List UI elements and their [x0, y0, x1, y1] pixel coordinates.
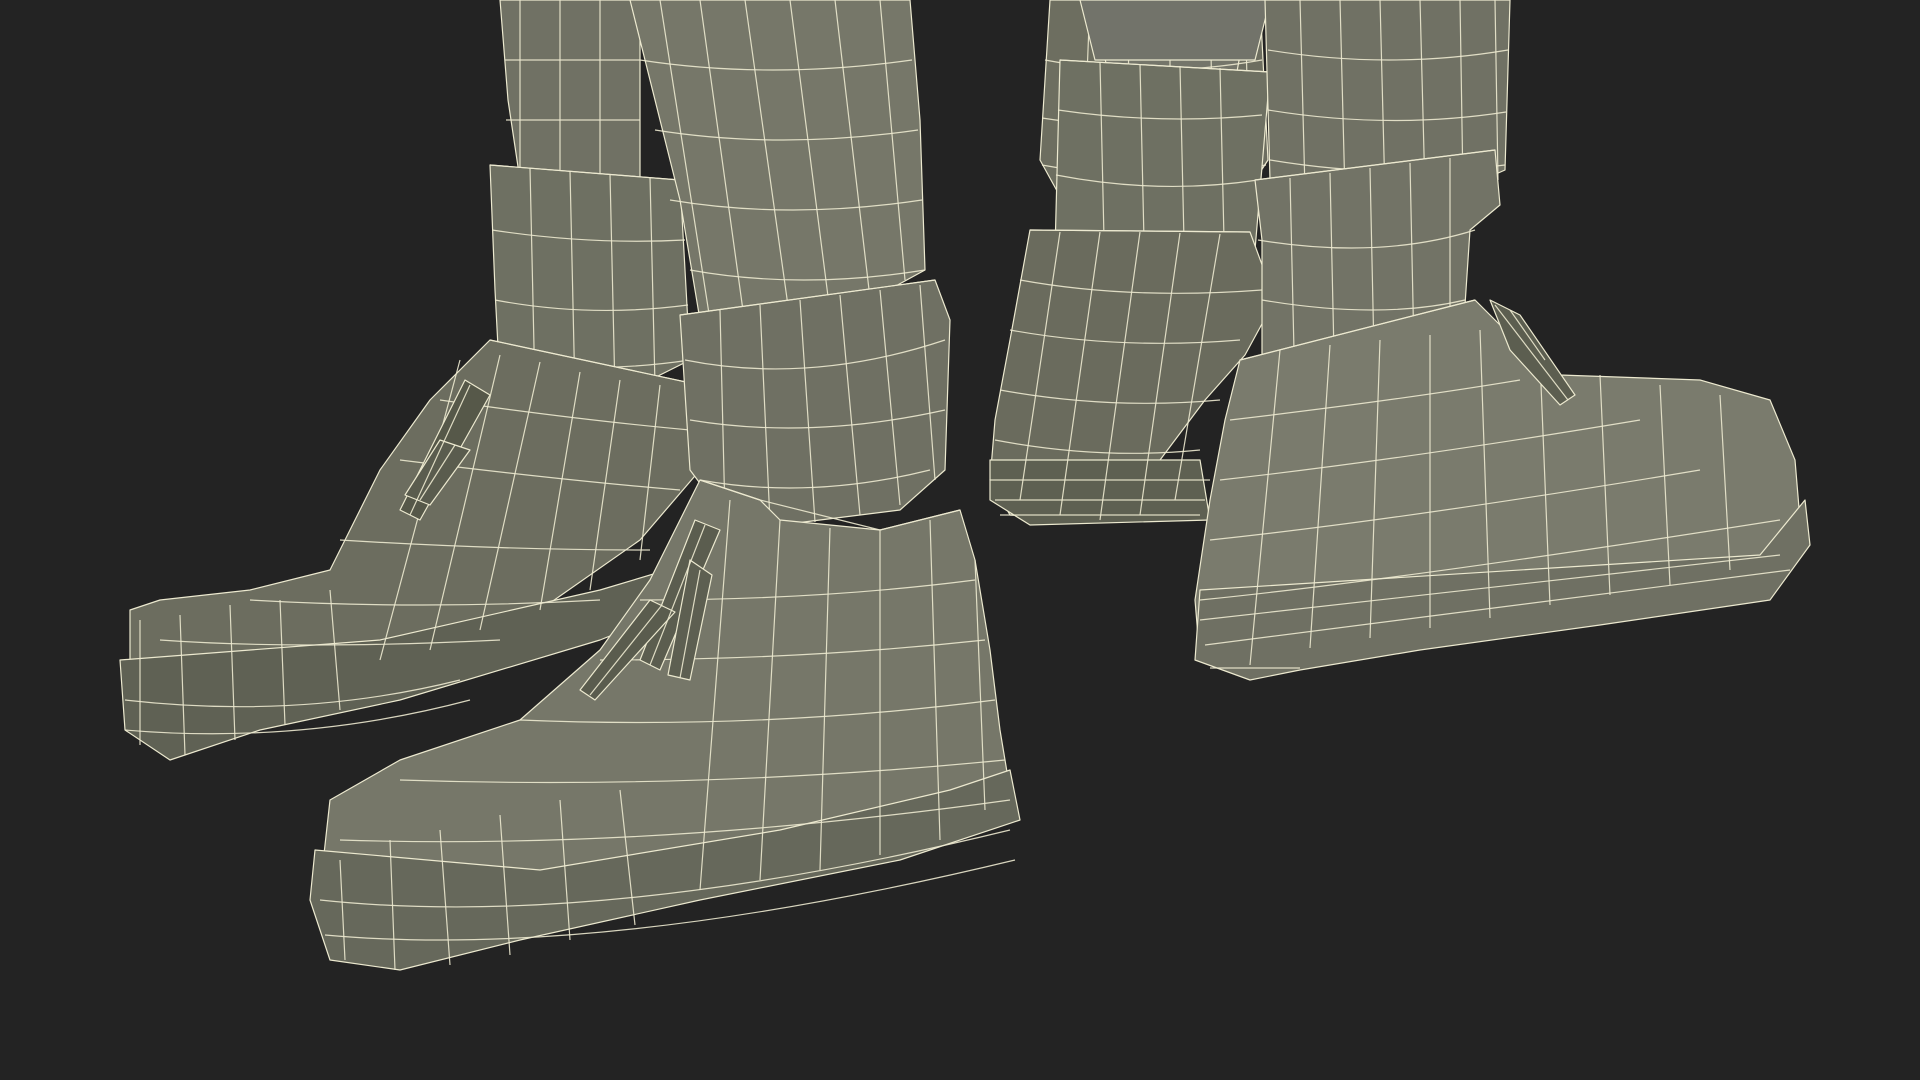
back-left-pant: [1079, 0, 1271, 61]
wireframe-render: [119, 0, 1811, 971]
left-back-pant: [499, 0, 641, 191]
right-boot: [1194, 299, 1811, 681]
3d-viewport[interactable]: [0, 0, 1920, 1080]
